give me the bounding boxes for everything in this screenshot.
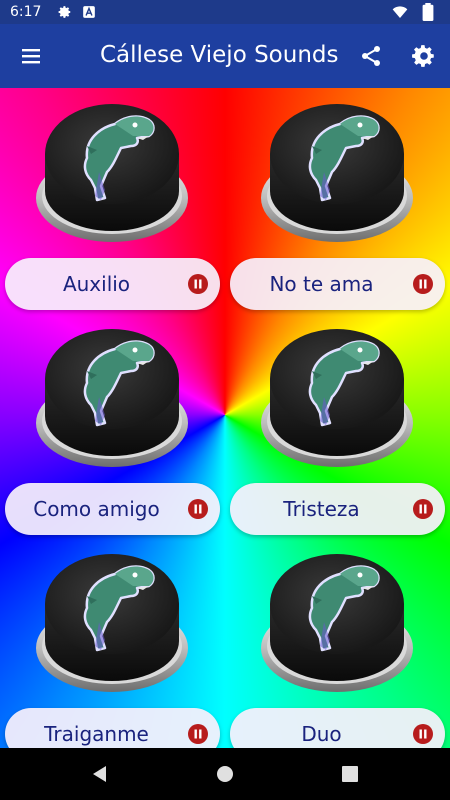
sound-grid: Auxilio No te ama Como amigo Tristeza Tr… xyxy=(0,88,450,748)
sound-button-auxilio[interactable] xyxy=(35,96,190,246)
sound-pill-no-te-ama[interactable]: No te ama xyxy=(230,258,445,310)
sound-label: Duo xyxy=(301,722,342,746)
app-title: Cállese Viejo Sounds xyxy=(100,42,339,68)
sound-cell: Como amigo xyxy=(5,313,220,538)
pause-icon[interactable] xyxy=(413,724,433,744)
menu-icon xyxy=(22,49,40,64)
sound-button-no-te-ama[interactable] xyxy=(260,96,415,246)
sound-cell: Auxilio xyxy=(5,88,220,313)
pause-icon[interactable] xyxy=(413,499,433,519)
sound-cell: No te ama xyxy=(230,88,445,313)
sound-pill-como-amigo[interactable]: Como amigo xyxy=(5,483,220,535)
sound-label: Como amigo xyxy=(33,497,160,521)
menu-button[interactable] xyxy=(13,38,49,74)
sound-button-tristeza[interactable] xyxy=(260,321,415,471)
pause-icon[interactable] xyxy=(188,724,208,744)
sound-pill-duo[interactable]: Duo xyxy=(230,708,445,748)
sound-cell: Duo xyxy=(230,538,445,748)
sound-button-traiganme[interactable] xyxy=(35,546,190,696)
sound-label: Auxilio xyxy=(62,272,131,296)
home-icon[interactable] xyxy=(213,762,237,786)
font-a-icon xyxy=(83,6,95,18)
wifi-icon xyxy=(392,6,408,18)
status-time: 6:17 xyxy=(10,4,42,20)
sound-pill-auxilio[interactable]: Auxilio xyxy=(5,258,220,310)
share-icon xyxy=(362,46,380,66)
sound-cell: Tristeza xyxy=(230,313,445,538)
pause-icon[interactable] xyxy=(188,274,208,294)
pause-icon[interactable] xyxy=(188,499,208,519)
sound-pill-traiganme[interactable]: Traiganme xyxy=(5,708,220,748)
back-icon[interactable] xyxy=(88,762,112,786)
gear-icon xyxy=(58,6,71,18)
settings-button[interactable] xyxy=(406,38,442,74)
sound-pill-tristeza[interactable]: Tristeza xyxy=(230,483,445,535)
sound-cell: Traiganme xyxy=(5,538,220,748)
sound-button-duo[interactable] xyxy=(260,546,415,696)
pause-icon[interactable] xyxy=(413,274,433,294)
app-bar: Cállese Viejo Sounds xyxy=(0,24,450,88)
status-bar: 6:17 xyxy=(0,0,450,24)
navigation-bar xyxy=(0,748,450,800)
sound-label: No te ama xyxy=(269,272,374,296)
sound-button-como-amigo[interactable] xyxy=(35,321,190,471)
sound-label: Tristeza xyxy=(283,497,360,521)
sound-label: Traiganme xyxy=(44,722,149,746)
battery-icon xyxy=(422,3,434,21)
share-button[interactable] xyxy=(353,38,389,74)
recents-icon[interactable] xyxy=(338,762,362,786)
settings-icon xyxy=(412,45,434,67)
